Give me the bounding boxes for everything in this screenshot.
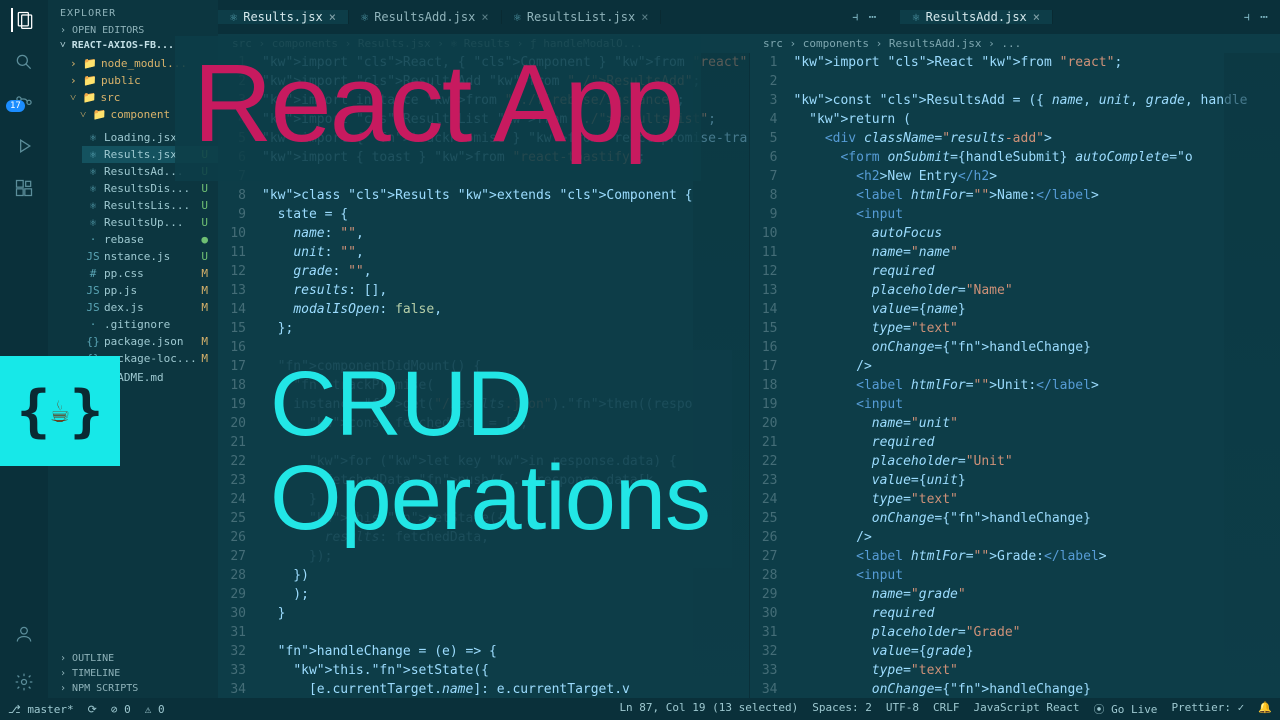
editor-tab[interactable]: ⚛Results.jsx× [218, 10, 349, 24]
notifications-bell-icon[interactable]: 🔔 [1258, 701, 1272, 717]
breadcrumb-right[interactable]: src › components › ResultsAdd.jsx › ... [749, 34, 1280, 53]
file-item[interactable]: JSdex.jsM [82, 299, 218, 316]
overlay-title: React App [175, 36, 701, 181]
close-icon[interactable]: × [481, 10, 488, 24]
timeline-section[interactable]: › TIMELINE [48, 666, 218, 681]
sidebar-title: EXPLORER [48, 0, 218, 23]
file-item[interactable]: ·.gitignore [82, 316, 218, 333]
account-icon[interactable] [12, 622, 36, 646]
split-icon-2[interactable]: ⫞ [1244, 10, 1251, 25]
go-live[interactable]: ⦿ Go Live [1093, 701, 1157, 717]
debug-icon[interactable] [12, 134, 36, 158]
file-item[interactable]: JSpp.jsM [82, 282, 218, 299]
errors-count[interactable]: ⊘ 0 [111, 703, 131, 716]
outline-section[interactable]: › OUTLINE [48, 651, 218, 666]
file-item[interactable]: ⚛ResultsLis...U [82, 197, 218, 214]
close-icon[interactable]: × [329, 10, 336, 24]
minimap-right[interactable] [1224, 53, 1280, 720]
tab-tools-right: ⫞ ⋯ [1232, 10, 1280, 25]
status-bar: ⎇ master* ⟳ ⊘ 0 ⚠ 0 Ln 87, Col 19 (13 se… [0, 698, 1280, 720]
sync-icon[interactable]: ⟳ [88, 703, 97, 716]
split-icon[interactable]: ⫞ [852, 10, 859, 25]
more-icon-2[interactable]: ⋯ [1260, 10, 1268, 25]
warnings-count[interactable]: ⚠ 0 [145, 703, 165, 716]
git-branch[interactable]: ⎇ master* [8, 703, 74, 716]
close-icon[interactable]: × [1033, 10, 1040, 24]
file-item[interactable]: {}package.jsonM [82, 333, 218, 350]
editor-pane-right[interactable]: 1234567891011121314151617181920212223242… [749, 53, 1280, 720]
language-mode[interactable]: JavaScript React [973, 701, 1079, 717]
close-icon[interactable]: × [641, 10, 648, 24]
channel-logo: {☕} [0, 356, 120, 466]
encoding[interactable]: UTF-8 [886, 701, 919, 717]
tab-bar: ⚛Results.jsx×⚛ResultsAdd.jsx×⚛ResultsLis… [218, 0, 1280, 34]
file-item[interactable]: ⚛ResultsDis...U [82, 180, 218, 197]
extensions-icon[interactable] [12, 176, 36, 200]
tab-tools-left: ⫞ ⋯ [840, 10, 888, 25]
eol[interactable]: CRLF [933, 701, 960, 717]
file-item[interactable]: ⚛ResultsUp...U [82, 214, 218, 231]
editor-tab[interactable]: ⚛ResultsAdd.jsx× [349, 10, 502, 24]
npm-scripts-section[interactable]: › NPM SCRIPTS [48, 681, 218, 696]
prettier-status[interactable]: Prettier: ✓ [1171, 701, 1244, 717]
settings-gear-icon[interactable] [12, 670, 36, 694]
more-icon[interactable]: ⋯ [869, 10, 877, 25]
indent-mode[interactable]: Spaces: 2 [812, 701, 872, 717]
scm-badge: 17 [6, 100, 25, 112]
editor-tab[interactable]: ⚛ResultsAdd.jsx× [900, 10, 1053, 24]
sidebar-bottom-sections: › OUTLINE › TIMELINE › NPM SCRIPTS [48, 651, 218, 696]
editor-tab[interactable]: ⚛ResultsList.jsx× [502, 10, 662, 24]
explorer-icon[interactable] [11, 8, 35, 32]
cursor-position[interactable]: Ln 87, Col 19 (13 selected) [619, 701, 798, 717]
search-icon[interactable] [12, 50, 36, 74]
file-item[interactable]: ·rebase● [82, 231, 218, 248]
overlay-crud: CRUD Operations [248, 350, 732, 568]
file-item[interactable]: JSnstance.jsU [82, 248, 218, 265]
file-item[interactable]: #pp.cssM [82, 265, 218, 282]
